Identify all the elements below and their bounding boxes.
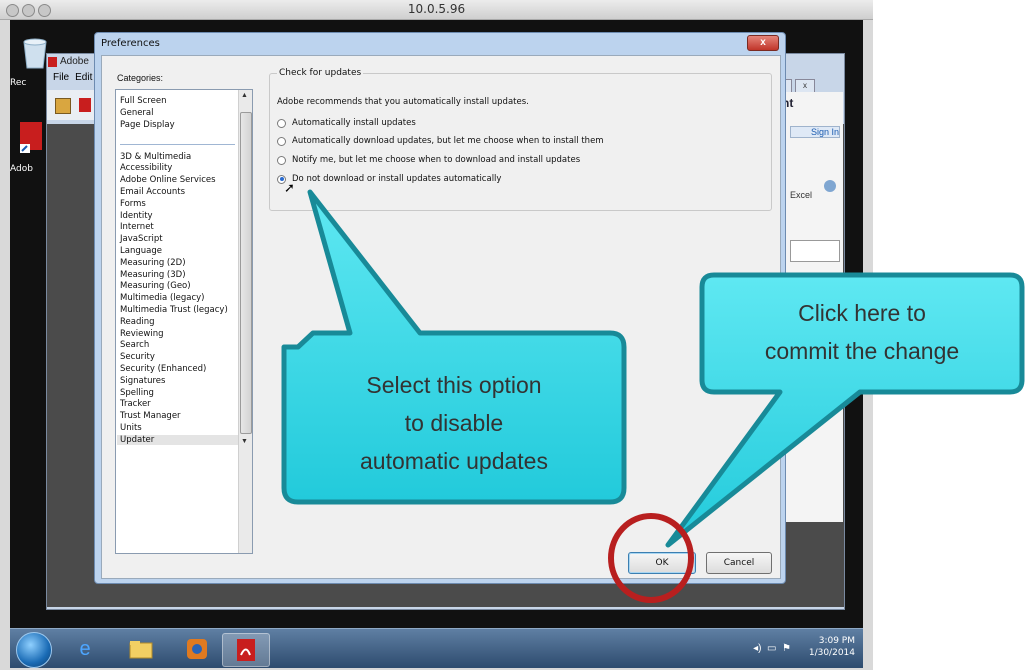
radio-auto-install[interactable]: Automatically install updates [277, 118, 416, 128]
dialog-title: Preferences [101, 38, 160, 49]
category-item[interactable]: General [120, 108, 154, 118]
callout-line: commit the change [764, 338, 960, 364]
adobe-app-icon [48, 57, 57, 67]
category-item[interactable]: Tracker [120, 399, 151, 409]
start-orb-icon[interactable] [16, 632, 52, 668]
radio-auto-download[interactable]: Automatically download updates, but let … [277, 136, 604, 146]
ok-button[interactable]: OK [628, 552, 696, 574]
export-excel-label: Excel [790, 190, 813, 200]
category-item[interactable]: Internet [120, 222, 154, 232]
taskbar: e ◂) ▭ ⚑ 3:09 PM 1/30/2014 [10, 628, 863, 668]
menu-file[interactable]: File [53, 72, 69, 83]
callout-line: Select this option [366, 372, 542, 398]
open-file-icon[interactable] [55, 98, 71, 114]
close-button[interactable]: x [747, 35, 779, 51]
callout-line: to disable [404, 410, 504, 436]
clock-date: 1/30/2014 [808, 648, 855, 658]
radio-label: Automatically download updates, but let … [292, 136, 604, 146]
adobe-reader-icon[interactable] [222, 633, 270, 667]
clock-time: 3:09 PM [818, 636, 855, 646]
categories-list[interactable]: Full Screen General Page Display 3D & Mu… [115, 89, 253, 554]
scrollbar-thumb[interactable] [240, 112, 252, 434]
radio-label: Notify me, but let me choose when to dow… [292, 155, 581, 165]
update-recommendation: Adobe recommends that you automatically … [277, 97, 529, 107]
vnc-title: 10.0.5.96 [407, 2, 466, 16]
category-item[interactable]: Page Display [120, 120, 175, 130]
mouse-cursor-icon: ➚ [284, 180, 295, 195]
category-item[interactable]: Identity [120, 211, 153, 221]
category-item[interactable]: Measuring (3D) [120, 270, 186, 280]
category-item[interactable]: Trust Manager [120, 411, 181, 421]
category-item[interactable]: Multimedia Trust (legacy) [120, 305, 228, 315]
radio-button[interactable] [277, 118, 286, 128]
category-item[interactable]: Email Accounts [120, 187, 185, 197]
radio-button[interactable] [277, 155, 286, 165]
category-item[interactable]: Forms [120, 199, 146, 209]
radio-label: Do not download or install updates autom… [292, 174, 502, 184]
category-item[interactable]: Adobe Online Services [120, 175, 216, 185]
category-item[interactable]: Units [120, 423, 142, 433]
media-player-icon[interactable] [180, 633, 214, 665]
check-for-updates-legend: Check for updates [277, 68, 364, 78]
vnc-titlebar: 10.0.5.96 [0, 0, 873, 20]
category-item[interactable]: Security (Enhanced) [120, 364, 206, 374]
category-item[interactable]: Spelling [120, 388, 154, 398]
preferences-dialog: Preferences x Categories: Full Screen Ge… [94, 32, 786, 584]
radio-button[interactable] [277, 136, 286, 146]
cancel-button[interactable]: Cancel [706, 552, 772, 574]
menu-edit[interactable]: Edit [75, 72, 92, 83]
category-item[interactable]: JavaScript [120, 234, 163, 244]
dialog-body: Categories: Full Screen General Page Dis… [101, 55, 781, 579]
callout-line: automatic updates [360, 448, 548, 474]
create-pdf-icon[interactable] [79, 98, 91, 112]
close-icon[interactable]: x [795, 79, 815, 93]
callout-line: Click here to [798, 300, 926, 326]
scroll-up-icon[interactable]: ▲ [241, 92, 248, 99]
panel-input[interactable] [790, 240, 840, 262]
category-item[interactable]: Reviewing [120, 329, 163, 339]
desktop-icon-label: Adob [10, 164, 33, 174]
category-item[interactable]: 3D & Multimedia [120, 152, 191, 162]
category-item[interactable]: Search [120, 340, 149, 350]
category-item-selected[interactable]: Updater [117, 435, 238, 445]
category-item[interactable]: Signatures [120, 376, 165, 386]
help-icon[interactable] [824, 180, 836, 192]
tray-icons[interactable]: ◂) ▭ ⚑ [753, 643, 791, 654]
clock[interactable]: 3:09 PM 1/30/2014 [809, 635, 855, 659]
radio-do-not-download[interactable]: Do not download or install updates autom… [277, 174, 501, 184]
scroll-down-icon[interactable]: ▼ [241, 438, 248, 445]
internet-explorer-icon[interactable]: e [68, 633, 102, 665]
category-item[interactable]: Reading [120, 317, 155, 327]
categories-scrollbar[interactable]: ▲ ▼ [238, 90, 252, 553]
category-item[interactable]: Measuring (Geo) [120, 281, 191, 291]
callout-commit-text: Click here to commit the change [706, 294, 1018, 370]
category-item[interactable]: Measuring (2D) [120, 258, 186, 268]
category-item[interactable]: Language [120, 246, 162, 256]
callout-select-text: Select this option to disable automatic … [290, 366, 618, 480]
category-separator [120, 144, 235, 145]
sign-in-link[interactable]: Sign In [790, 126, 840, 138]
category-item[interactable]: Accessibility [120, 163, 172, 173]
file-explorer-icon[interactable] [124, 633, 158, 665]
category-item[interactable]: Multimedia (legacy) [120, 293, 205, 303]
categories-label: Categories: [117, 73, 164, 83]
category-item[interactable]: Full Screen [120, 96, 166, 106]
desktop-icon-label: Rec [10, 78, 27, 88]
adobe-window-title: Adobe [60, 56, 89, 67]
radio-notify[interactable]: Notify me, but let me choose when to dow… [277, 155, 580, 165]
category-item[interactable]: Security [120, 352, 155, 362]
radio-label: Automatically install updates [292, 118, 416, 128]
